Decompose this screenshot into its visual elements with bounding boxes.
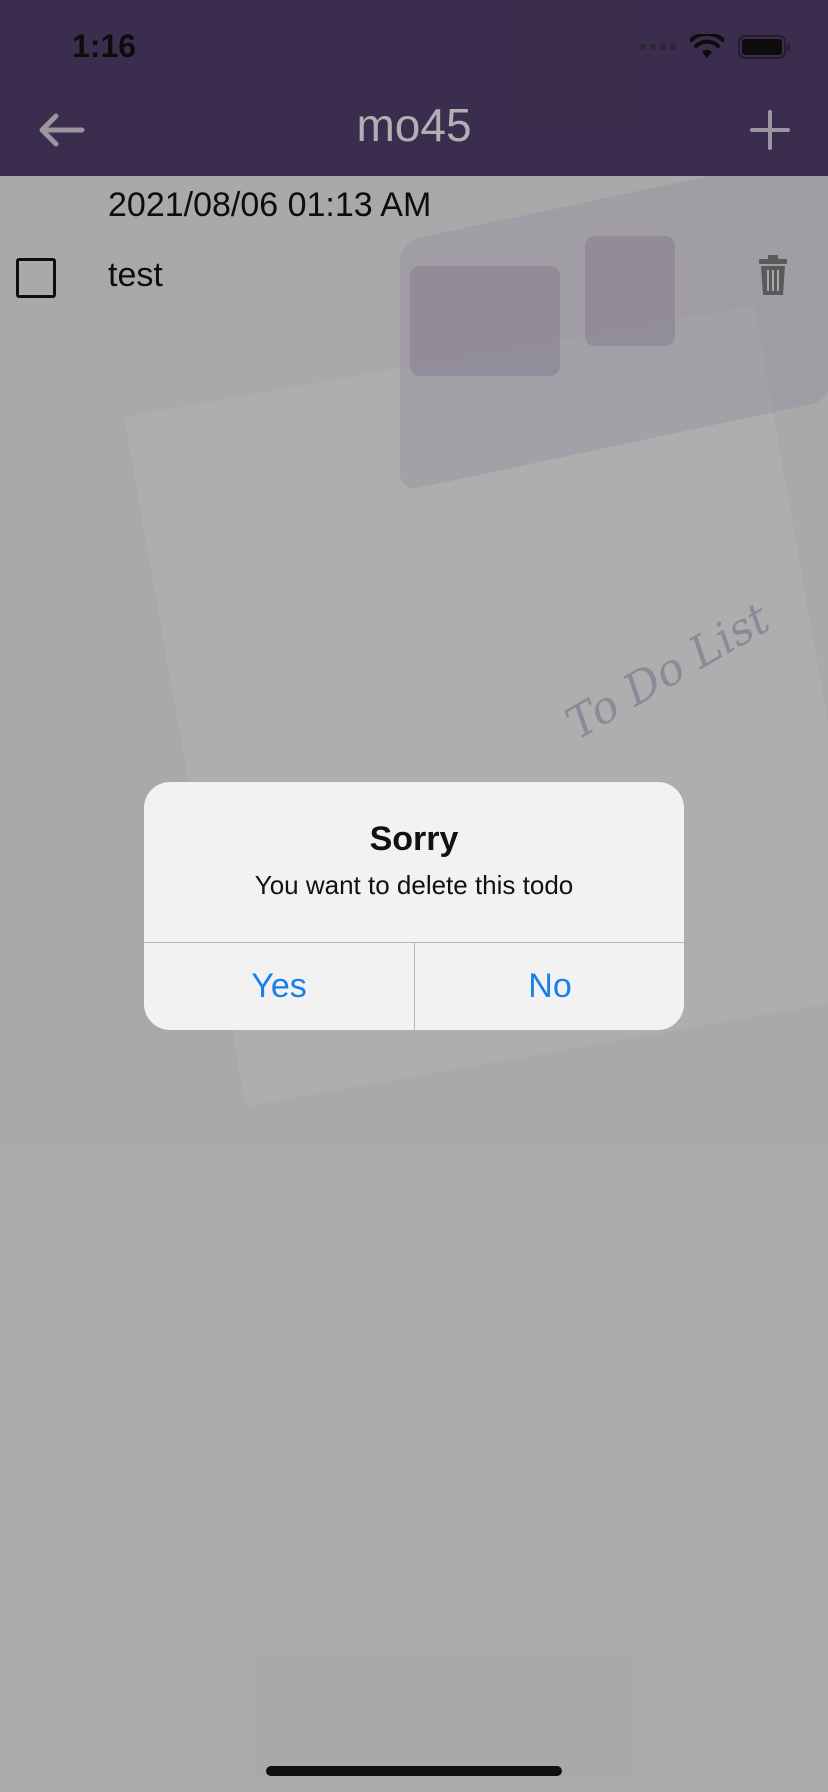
dialog-title: Sorry bbox=[369, 820, 459, 858]
delete-confirm-dialog: Sorry You want to delete this todo Yes N… bbox=[144, 782, 684, 1030]
dialog-message: You want to delete this todo bbox=[254, 870, 574, 900]
yes-button[interactable]: Yes bbox=[144, 942, 414, 1030]
home-indicator[interactable] bbox=[266, 1766, 562, 1776]
no-button[interactable]: No bbox=[415, 942, 684, 1030]
